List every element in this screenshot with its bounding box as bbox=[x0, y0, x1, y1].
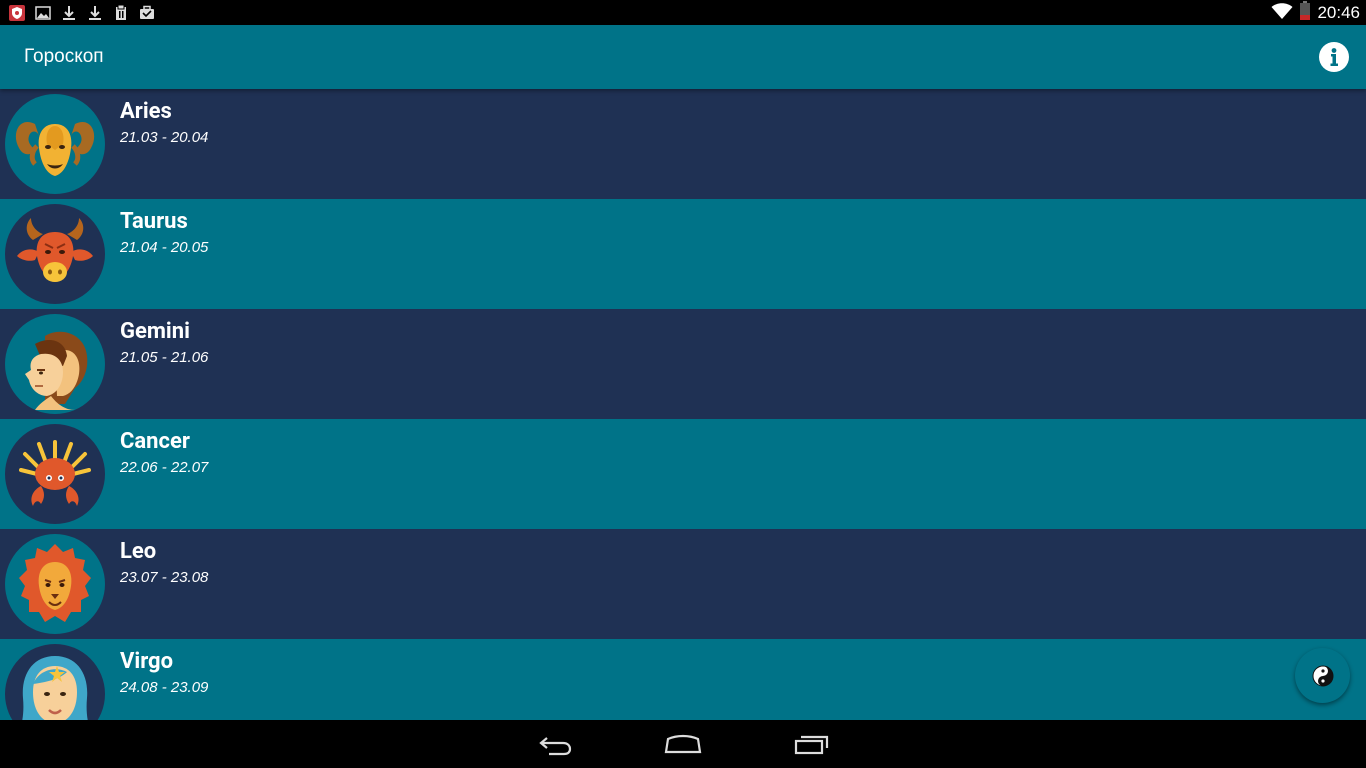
page-title: Гороскоп bbox=[24, 46, 104, 67]
sign-dates: 21.03 - 20.04 bbox=[120, 129, 209, 146]
sign-dates: 21.04 - 20.05 bbox=[120, 239, 209, 256]
sign-name: Cancer bbox=[120, 429, 190, 454]
sign-dates: 21.05 - 21.06 bbox=[120, 349, 209, 366]
taurus-icon bbox=[5, 204, 105, 304]
sign-name: Virgo bbox=[120, 649, 174, 674]
status-bar: 20:46 bbox=[0, 0, 1366, 25]
list-item-leo[interactable]: Leo 23.07 - 23.08 bbox=[0, 529, 1366, 639]
navigation-bar bbox=[0, 720, 1366, 768]
sign-name: Taurus bbox=[120, 209, 188, 234]
sign-name: Leo bbox=[120, 539, 157, 564]
app-bar: Гороскоп bbox=[0, 25, 1366, 89]
gemini-icon bbox=[5, 314, 105, 414]
clipboard-icon bbox=[112, 4, 130, 22]
notification-icons bbox=[8, 3, 156, 22]
info-icon bbox=[1330, 48, 1338, 66]
sign-name: Aries bbox=[120, 99, 172, 124]
home-button[interactable] bbox=[655, 726, 711, 762]
download-icon bbox=[60, 4, 78, 22]
yin-yang-button[interactable] bbox=[1295, 648, 1350, 703]
recents-button[interactable] bbox=[784, 726, 840, 762]
clock: 20:46 bbox=[1317, 2, 1360, 22]
info-button[interactable] bbox=[1319, 42, 1349, 72]
virgo-icon bbox=[5, 644, 105, 720]
yin-yang-icon bbox=[1312, 665, 1333, 686]
sign-dates: 23.07 - 23.08 bbox=[120, 569, 209, 586]
sign-name: Gemini bbox=[120, 319, 190, 344]
list-item-taurus[interactable]: Taurus 21.04 - 20.05 bbox=[0, 199, 1366, 309]
briefcase-icon bbox=[138, 4, 156, 22]
home-icon bbox=[664, 734, 702, 754]
cancer-icon bbox=[5, 424, 105, 524]
download-icon bbox=[86, 4, 104, 22]
list-item-gemini[interactable]: Gemini 21.05 - 21.06 bbox=[0, 309, 1366, 419]
sign-dates: 24.08 - 23.09 bbox=[120, 679, 209, 696]
shield-icon bbox=[8, 4, 26, 22]
image-icon bbox=[34, 4, 52, 22]
list-item-virgo[interactable]: Virgo 24.08 - 23.09 bbox=[0, 639, 1366, 720]
zodiac-list: Aries 21.03 - 20.04 Taurus 21.04 - 20.05 bbox=[0, 89, 1366, 720]
leo-icon bbox=[5, 534, 105, 634]
back-button[interactable] bbox=[527, 726, 583, 762]
system-status: 20:46 bbox=[1271, 0, 1360, 25]
battery-icon bbox=[1299, 0, 1311, 25]
back-icon bbox=[539, 737, 572, 756]
aries-icon bbox=[5, 94, 105, 194]
list-item-aries[interactable]: Aries 21.03 - 20.04 bbox=[0, 89, 1366, 199]
recents-icon bbox=[794, 735, 829, 755]
list-item-cancer[interactable]: Cancer 22.06 - 22.07 bbox=[0, 419, 1366, 529]
sign-dates: 22.06 - 22.07 bbox=[120, 459, 209, 476]
wifi-icon bbox=[1271, 2, 1293, 24]
